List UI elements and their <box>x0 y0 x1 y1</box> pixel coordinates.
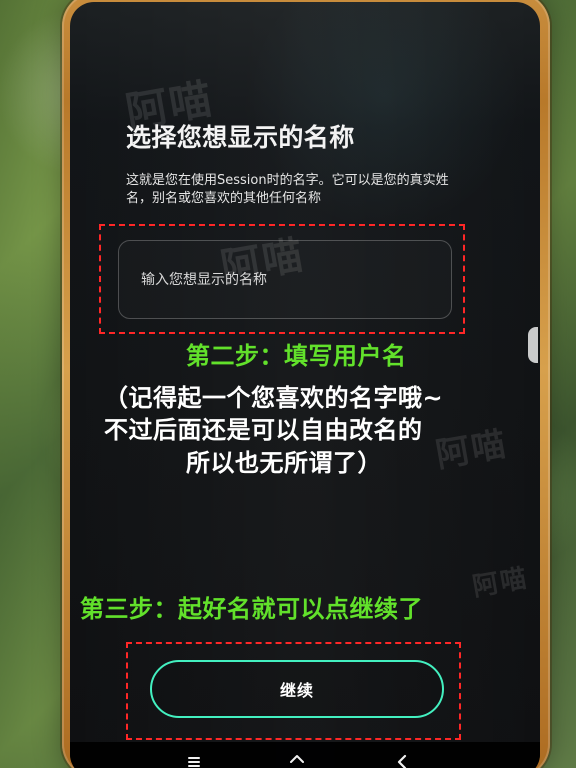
page-description: 这就是您在使用Session时的名字。它可以是您的真实姓名，别名或您喜欢的其他任… <box>126 173 449 206</box>
page-title: 选择您想显示的名称 <box>126 123 355 152</box>
menu-icon[interactable] <box>182 750 206 768</box>
home-icon[interactable] <box>285 750 309 768</box>
system-navigation-bar <box>70 742 540 768</box>
watermark-text: 阿喵 <box>432 423 511 476</box>
note-line-1: （记得起一个您喜欢的名字哦~ <box>104 384 444 412</box>
note-line-2: 不过后面还是可以自由改名的 <box>104 416 423 444</box>
note-line-3: 所以也无所谓了） <box>186 449 382 477</box>
back-icon[interactable] <box>390 750 414 768</box>
edge-handle[interactable] <box>528 327 538 363</box>
watermark-text: 阿喵 <box>470 563 531 603</box>
button-highlight-box <box>126 642 461 740</box>
step-three-label: 第三步：起好名就可以点继续了 <box>80 595 423 623</box>
step-two-label: 第二步：填写用户名 <box>186 342 407 370</box>
input-highlight-box <box>99 224 465 334</box>
